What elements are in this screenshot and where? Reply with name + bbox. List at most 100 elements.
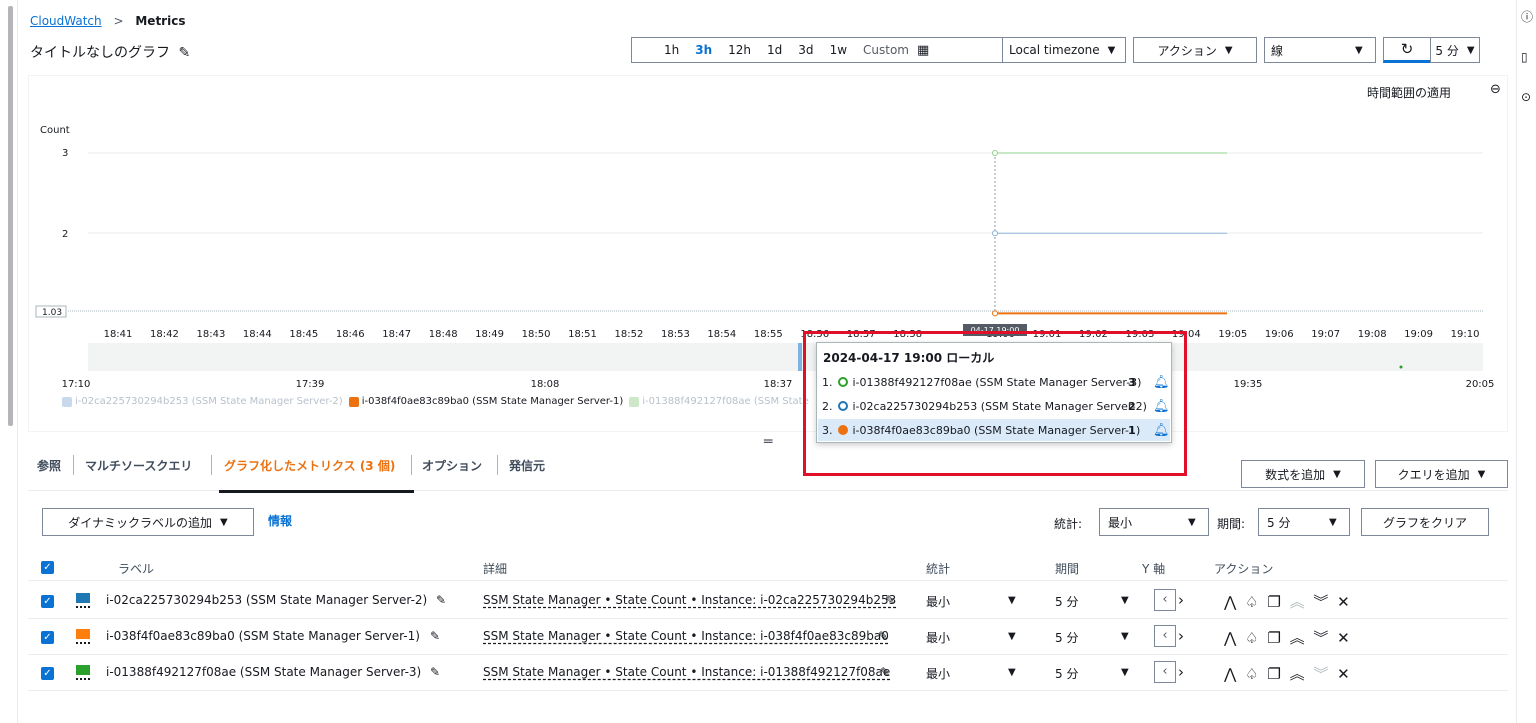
range-3d[interactable]: 3d [790, 43, 821, 57]
apply-time-range-link[interactable]: 時間範囲の適用 [1367, 84, 1451, 101]
scrollbar-thumb[interactable] [8, 6, 13, 426]
actions-dropdown[interactable]: アクション ▼ [1133, 37, 1257, 63]
chevron-down-icon[interactable]: ▼ [1008, 631, 1016, 642]
breadcrumb-cloudwatch-link[interactable]: CloudWatch [30, 14, 102, 28]
y-axis-right-button[interactable]: › [1178, 663, 1184, 681]
chevron-down-icon: ▼ [1224, 44, 1233, 56]
tab-options[interactable]: オプション [422, 457, 482, 474]
overview-window-handle[interactable] [798, 343, 802, 371]
chevron-down-icon[interactable]: ▼ [1008, 667, 1016, 678]
row-checkbox[interactable]: ✓ [41, 631, 54, 644]
math-icon[interactable]: ⋀ [1224, 665, 1238, 683]
move-up-icon[interactable]: ︽ [1290, 665, 1307, 683]
duplicate-icon[interactable]: ❐ [1267, 629, 1282, 647]
tab-multi-source-query[interactable]: マルチソースクエリ [85, 457, 192, 474]
left-scrollbar[interactable] [0, 0, 18, 723]
color-swatch[interactable] [76, 665, 90, 680]
overview-strip[interactable] [88, 343, 1483, 371]
tab-browse[interactable]: 参照 [37, 457, 61, 474]
zoom-out-icon[interactable]: ⊖ [1490, 82, 1501, 97]
y-axis-unit: Count [40, 125, 70, 136]
move-down-icon[interactable]: ︾ [1313, 593, 1330, 611]
move-down-icon[interactable]: ︾ [1313, 629, 1330, 647]
metrics-table-header: ✓ ラベル 詳細 統計 期間 Y 軸 アクション [28, 553, 1508, 581]
alarm-bell-icon[interactable]: ♤ [1245, 665, 1260, 683]
stat-filter-select[interactable]: 最小 ▼ [1099, 508, 1209, 536]
y-axis-right-button[interactable]: › [1178, 591, 1184, 609]
add-math-button[interactable]: 数式を追加 ▼ [1241, 460, 1365, 488]
row-actions: ⋀ ♤ ❐ ︽ ︾ ✕ [1224, 627, 1352, 648]
x-tick-label: 18:43 [196, 329, 225, 340]
row-period[interactable]: 5 分 [1055, 593, 1078, 610]
row-period[interactable]: 5 分 [1055, 665, 1078, 682]
range-1d[interactable]: 1d [759, 43, 790, 57]
refresh-interval-dropdown[interactable]: 5 分 ▼ [1430, 37, 1480, 63]
edit-pencil-icon[interactable]: ✎ [878, 629, 888, 643]
row-stat[interactable]: 最小 [926, 593, 950, 610]
y-axis-left-button[interactable]: ‹ [1154, 625, 1176, 647]
range-12h[interactable]: 12h [720, 43, 759, 57]
color-swatch[interactable] [76, 593, 90, 608]
legend-item[interactable]: i-02ca225730294b253 (SSM State Manager S… [75, 396, 343, 407]
y-axis-left-button[interactable]: ‹ [1154, 661, 1176, 683]
graph-type-select[interactable]: 線 ▼ [1264, 37, 1376, 63]
legend-item[interactable]: i-038f4f0ae83c89ba0 (SSM State Manager S… [362, 396, 624, 407]
range-3h[interactable]: 3h [687, 43, 720, 57]
duplicate-icon[interactable]: ❐ [1267, 665, 1282, 683]
calendar-icon[interactable]: ▦ [917, 43, 929, 58]
info-link[interactable]: 情報 [268, 512, 292, 529]
math-icon[interactable]: ⋀ [1224, 629, 1238, 647]
info-circle-icon[interactable]: ⓘ [1521, 8, 1534, 24]
add-query-button[interactable]: クエリを追加 ▼ [1375, 460, 1508, 488]
document-icon[interactable]: ▯ [1521, 50, 1534, 64]
math-icon[interactable]: ⋀ [1224, 593, 1238, 611]
actions-label: アクション [1157, 43, 1217, 58]
legend-item[interactable]: i-01388f492127f08ae (SSM State [642, 396, 808, 407]
alarm-bell-icon[interactable]: ♤ [1245, 593, 1260, 611]
tab-source[interactable]: 発信元 [509, 457, 545, 474]
edit-pencil-icon[interactable]: ✎ [436, 593, 446, 607]
edit-pencil-icon[interactable]: ✎ [880, 665, 890, 679]
row-details[interactable]: SSM State Manager • State Count • Instan… [483, 665, 890, 679]
row-period[interactable]: 5 分 [1055, 629, 1078, 646]
row-label[interactable]: i-01388f492127f08ae (SSM State Manager S… [106, 665, 421, 679]
row-stat[interactable]: 最小 [926, 665, 950, 682]
row-label[interactable]: i-038f4f0ae83c89ba0 (SSM State Manager S… [106, 629, 420, 643]
close-icon[interactable]: ✕ [1337, 629, 1352, 647]
range-1h[interactable]: 1h [656, 43, 687, 57]
edit-pencil-icon[interactable]: ✎ [430, 629, 440, 643]
range-1w[interactable]: 1w [822, 43, 855, 57]
close-icon[interactable]: ✕ [1337, 593, 1352, 611]
color-swatch[interactable] [76, 629, 90, 644]
refresh-button[interactable]: ↻ [1383, 37, 1431, 63]
select-all-checkbox[interactable]: ✓ [41, 561, 54, 574]
move-up-icon[interactable]: ︽ [1290, 629, 1307, 647]
y-axis-left-button[interactable]: ‹ [1154, 589, 1176, 611]
settings-circle-icon[interactable]: ⊙ [1521, 90, 1534, 104]
row-checkbox[interactable]: ✓ [41, 595, 54, 608]
close-icon[interactable]: ✕ [1337, 665, 1352, 683]
chevron-down-icon[interactable]: ▼ [1121, 595, 1129, 606]
row-checkbox[interactable]: ✓ [41, 667, 54, 680]
alarm-bell-icon[interactable]: ♤ [1245, 629, 1260, 647]
add-dynamic-label-button[interactable]: ダイナミックラベルの追加 ▼ [42, 508, 254, 536]
chevron-down-icon[interactable]: ▼ [1121, 667, 1129, 678]
row-stat[interactable]: 最小 [926, 629, 950, 646]
edit-pencil-icon[interactable]: ✎ [178, 45, 190, 61]
clear-graph-button[interactable]: グラフをクリア [1361, 508, 1489, 536]
row-details[interactable]: SSM State Manager • State Count • Instan… [483, 629, 889, 643]
chevron-down-icon[interactable]: ▼ [1008, 595, 1016, 606]
row-details[interactable]: SSM State Manager • State Count • Instan… [483, 593, 896, 607]
x-tick-label: 18:47 [382, 329, 411, 340]
y-axis-right-button[interactable]: › [1178, 627, 1184, 645]
edit-pencil-icon[interactable]: ✎ [430, 665, 440, 679]
range-custom[interactable]: Custom [855, 43, 917, 57]
tab-graphed-metrics[interactable]: グラフ化したメトリクス (3 個) [224, 457, 395, 474]
row-label[interactable]: i-02ca225730294b253 (SSM State Manager S… [106, 593, 427, 607]
stat-filter-label: 統計: [1054, 517, 1083, 531]
chevron-down-icon[interactable]: ▼ [1121, 631, 1129, 642]
timezone-dropdown[interactable]: Local timezone ▼ [1002, 37, 1126, 63]
edit-pencil-icon[interactable]: ✎ [885, 593, 895, 607]
period-filter-select[interactable]: 5 分 ▼ [1258, 508, 1350, 536]
duplicate-icon[interactable]: ❐ [1267, 593, 1282, 611]
